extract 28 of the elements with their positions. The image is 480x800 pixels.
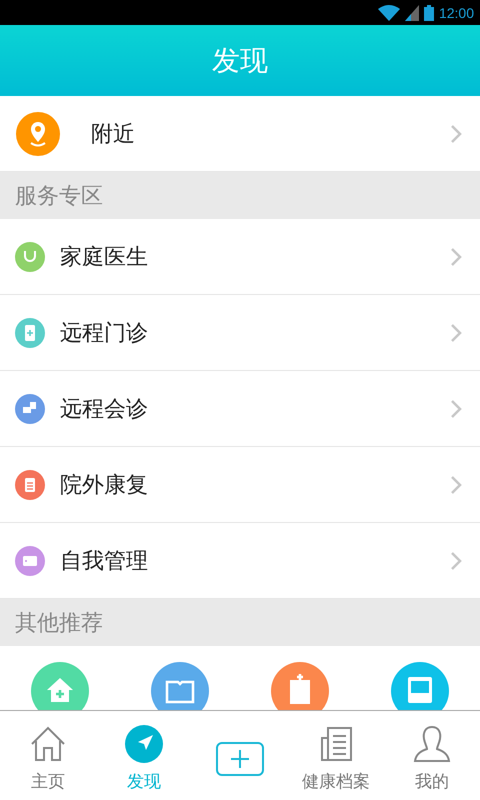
item-label: 附近 (91, 120, 136, 148)
chevron-icon (450, 550, 462, 570)
wifi-icon (378, 4, 400, 20)
tab[interactable]: 健康档案 (288, 711, 384, 800)
recommend-icon[interactable] (151, 662, 209, 710)
chevron-icon (450, 246, 462, 266)
chevron-icon (450, 322, 462, 342)
page-title: 发现 (212, 42, 268, 78)
add-icon (216, 742, 264, 776)
item-label: 家庭医生 (60, 244, 149, 272)
tab[interactable]: 主页 (0, 711, 96, 800)
item-label: 远程门诊 (60, 320, 149, 348)
section-title: 服务专区 (15, 182, 103, 210)
battery-icon (424, 4, 434, 20)
chevron-icon (450, 124, 462, 144)
tab[interactable]: 我的 (384, 711, 480, 800)
person-icon (412, 724, 452, 764)
chevron-icon (450, 474, 462, 494)
item-label: 远程会诊 (60, 396, 149, 424)
compass-icon (124, 724, 164, 764)
item-label: 自我管理 (60, 548, 149, 576)
section-title: 其他推荐 (15, 610, 103, 638)
status-time: 12:00 (438, 4, 474, 20)
chevron-icon (450, 398, 462, 418)
location-pin-icon (16, 112, 60, 156)
recommend-icon[interactable] (31, 662, 89, 710)
signal-icon (404, 4, 419, 20)
item-label: 院外康复 (60, 472, 149, 500)
